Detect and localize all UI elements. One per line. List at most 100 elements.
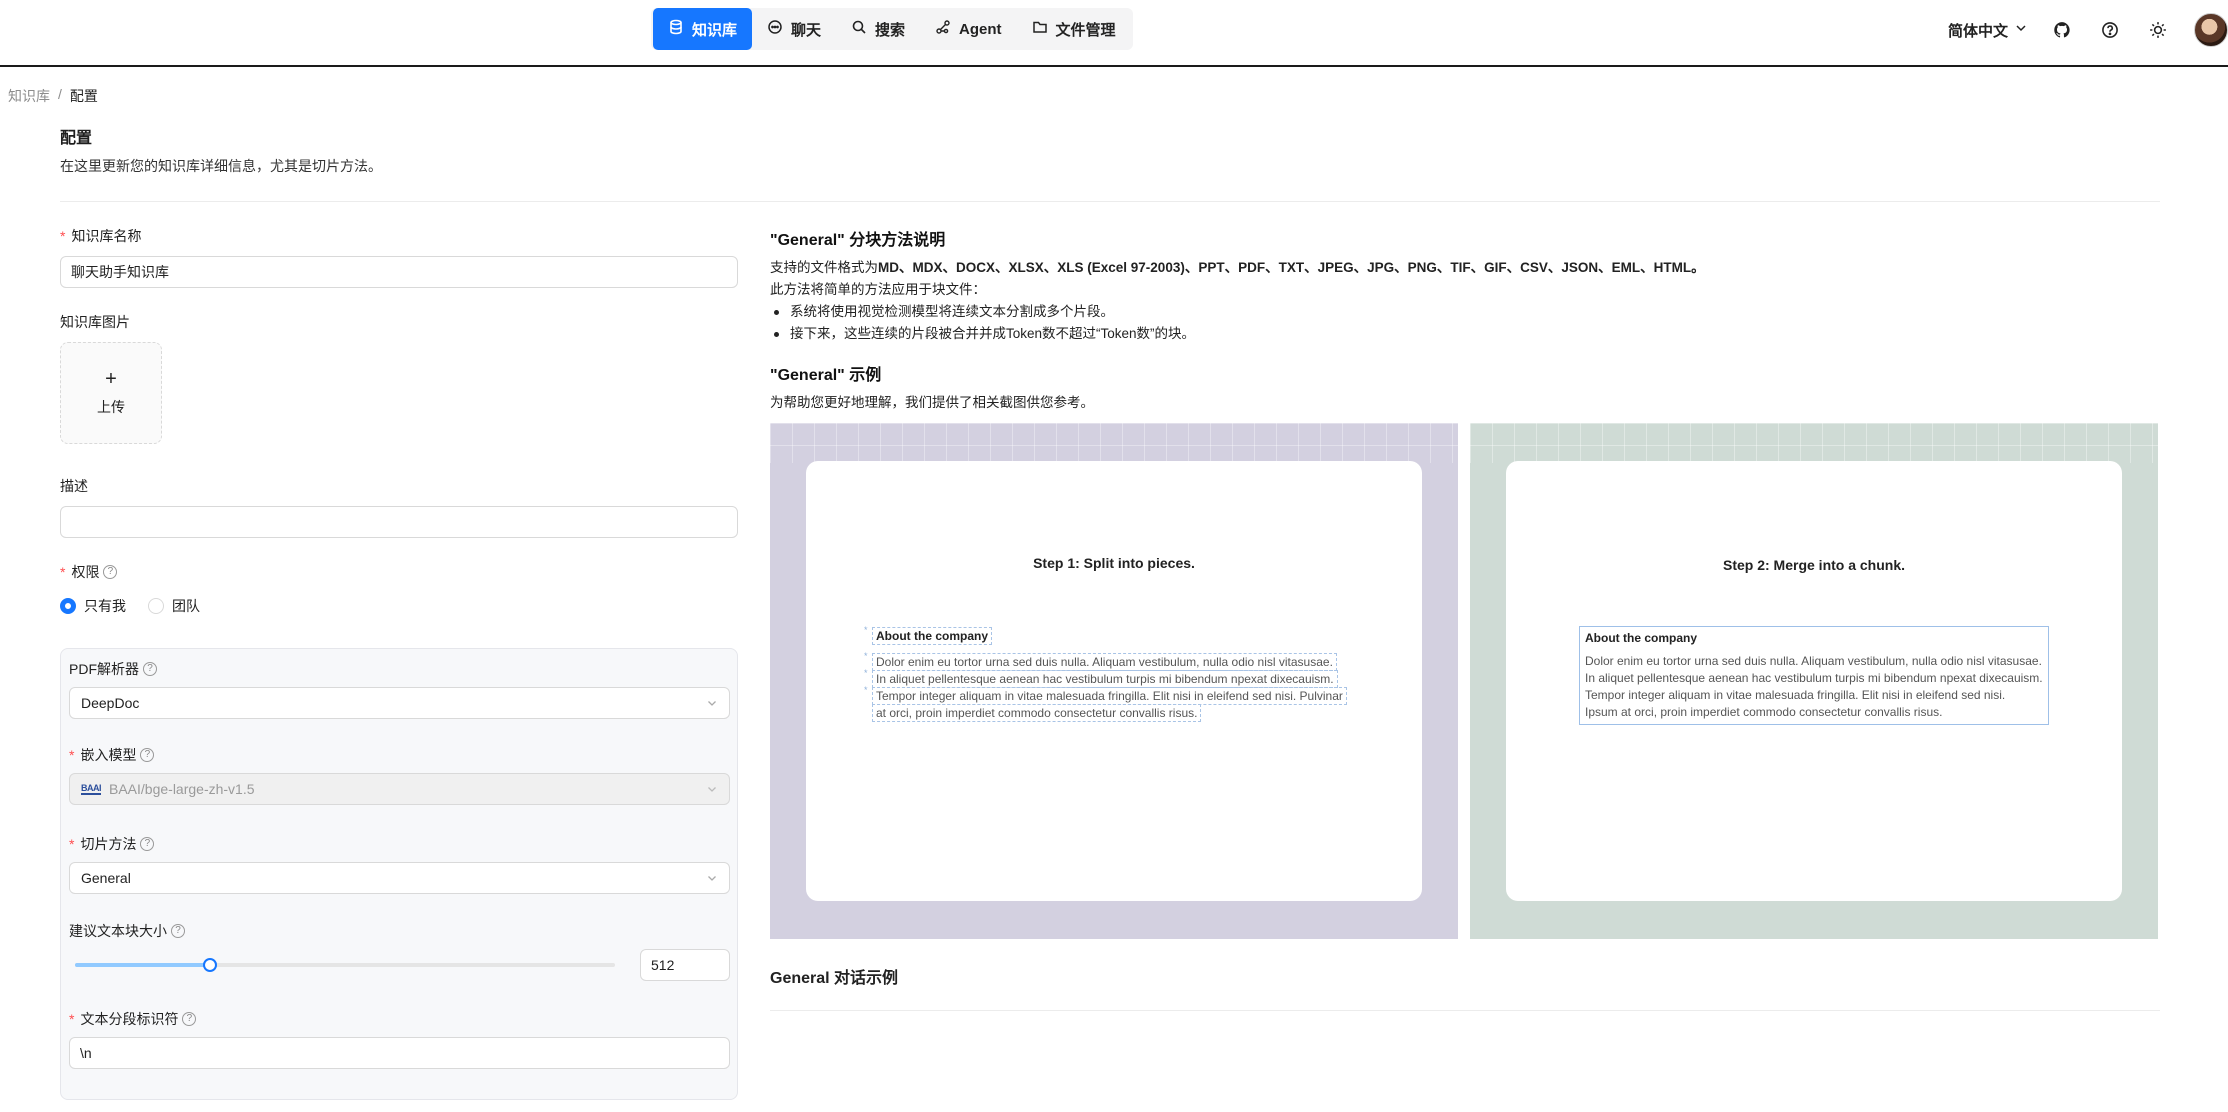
kb-image-label-text: 知识库图片 [60,314,130,330]
description-input[interactable] [60,506,738,538]
help-icon[interactable]: ? [103,565,118,579]
embedding-model-select[interactable]: BAAI BAAI/bge-large-zh-v1.5 [69,773,730,805]
delimiter-value: \n [80,1045,92,1061]
chat-icon [767,19,783,39]
breadcrumb: 知识库 / 配置 [8,86,98,106]
nav-label: 知识库 [692,21,738,39]
baai-logo-icon: BAAI [81,783,102,795]
delimiter-input[interactable]: \n [69,1037,730,1069]
embedding-model-value: BAAI/bge-large-zh-v1.5 [109,781,255,797]
help-icon[interactable]: ? [182,1012,197,1026]
pdf-parser-label: PDF解析器 ? [69,659,730,679]
chunk-size-label: 建议文本块大小 ? [69,921,730,941]
chevron-down-icon [708,787,716,792]
chunk-line: Ipsum at orci, proin imperdiet commodo c… [1585,705,1943,719]
piece-heading: About the company [872,627,993,645]
piece-marker-icon: * [864,668,868,678]
slider-fill [75,963,210,967]
help-icon[interactable]: ? [171,924,185,938]
formats-list: MD、MDX、DOCX、XLSX、XLS (Excel 97-2003)、PPT… [878,260,1705,275]
merged-chunk: About the company Dolor enim eu tortor u… [1579,626,2049,725]
embedding-model-label: * 嵌入模型 ? [69,745,730,765]
required-mark: * [69,747,75,763]
nav-label: 文件管理 [1055,21,1116,39]
grid-decoration [1470,423,2158,463]
example-subtitle: 为帮助您更好地理解，我们提供了相关截图供您参考。 [770,395,1094,410]
github-icon[interactable] [2050,18,2074,42]
database-icon [668,19,684,39]
piece-marker-icon: * [864,685,868,695]
piece-marker-icon: * [864,651,868,661]
language-label: 简体中文 [1947,22,2008,40]
nav-label: 搜索 [875,21,906,39]
permission-label-text: 权限 [71,564,100,580]
header-tools: 简体中文 [1948,0,2228,60]
chunk-size-slider[interactable] [75,955,615,975]
supported-formats: 支持的文件格式为MD、MDX、DOCX、XLSX、XLS (Excel 97-2… [770,257,2160,279]
nav-item-file-management[interactable]: 文件管理 [1017,8,1131,50]
permission-radio-me[interactable]: 只有我 [60,596,126,616]
chunk-size-input[interactable]: 512 [640,949,730,981]
delimiter-label-text: 文本分段标识符 [80,1011,179,1027]
example-card: Step 2: Merge into a chunk. About the co… [1506,461,2122,901]
explain-bullet: 系统将使用视觉检测模型将连续文本分割成多个片段。 [770,301,2160,323]
image-upload-button[interactable]: + 上传 [60,342,162,444]
embedding-model-label-text: 嵌入模型 [80,747,137,763]
kb-name-value: 聊天助手知识库 [71,264,169,280]
upload-label: 上传 [97,399,125,415]
header-divider [60,201,2160,202]
search-icon [851,19,867,39]
piece-line: at orci, proin imperdiet commodo consect… [872,704,1202,722]
plus-icon: + [105,368,117,390]
help-circle-icon[interactable] [2098,18,2122,42]
nav-label: 聊天 [791,21,822,39]
chevron-down-icon [708,701,716,706]
permission-radio-team[interactable]: 团队 [148,596,200,616]
help-icon[interactable]: ? [143,662,157,676]
help-icon[interactable]: ? [140,837,155,851]
description-label-text: 描述 [60,478,88,494]
required-mark: * [60,228,66,244]
kb-name-input[interactable]: 聊天助手知识库 [60,256,738,288]
nav-item-agent[interactable]: Agent [920,8,1017,50]
chevron-down-icon [708,876,716,881]
chunk-method-select[interactable]: General [69,862,730,894]
description-label: 描述 [60,476,88,496]
grid-decoration [770,423,1458,463]
pdf-parser-select[interactable]: DeepDoc [69,687,730,719]
chunk-method-explanation: "General" 分块方法说明 支持的文件格式为MD、MDX、DOCX、XLS… [770,226,2160,414]
permission-option-label: 团队 [172,598,200,614]
example-image-split: Step 1: Split into pieces. * About the c… [770,423,1458,939]
example-title: "General" 示例 [770,367,882,384]
chevron-down-icon [2014,21,2028,39]
step2-title: Step 2: Merge into a chunk. [1722,557,1906,573]
pdf-parser-value: DeepDoc [81,695,140,711]
nav-item-knowledge-base[interactable]: 知识库 [653,8,753,50]
required-mark: * [69,1011,75,1027]
breadcrumb-current: 配置 [69,88,98,104]
delimiter-label: * 文本分段标识符 ? [69,1009,730,1029]
agent-icon [935,19,951,39]
chunk-heading: About the company [1585,631,1698,645]
dialog-example-title: General 对话示例 [770,970,899,987]
chunk-line: In aliquet pellentesque aenean hac vesti… [1585,671,2043,685]
help-icon[interactable]: ? [140,748,155,762]
breadcrumb-knowledge-base[interactable]: 知识库 [8,86,50,106]
radio-unchecked-icon [148,598,164,614]
nav-item-chat[interactable]: 聊天 [752,8,836,50]
piece-line: Dolor enim eu tortor urna sed duis nulla… [872,653,1337,671]
example-image-merge: Step 2: Merge into a chunk. About the co… [1470,423,2158,939]
permission-label: * 权限 ? [60,562,118,582]
piece-line: In aliquet pellentesque aenean hac vesti… [872,670,1338,688]
pdf-parser-label-text: PDF解析器 [69,661,139,677]
sun-icon[interactable] [2146,18,2170,42]
avatar[interactable] [2194,13,2228,47]
kb-name-label: * 知识库名称 [60,226,141,246]
required-mark: * [60,564,66,580]
chunk-size-value: 512 [651,957,675,973]
slider-handle[interactable] [203,958,217,972]
chunk-size-control: 512 [69,949,730,981]
nav-item-search[interactable]: 搜索 [836,8,920,50]
folder-icon [1032,19,1048,39]
language-selector[interactable]: 简体中文 [1948,20,2028,41]
